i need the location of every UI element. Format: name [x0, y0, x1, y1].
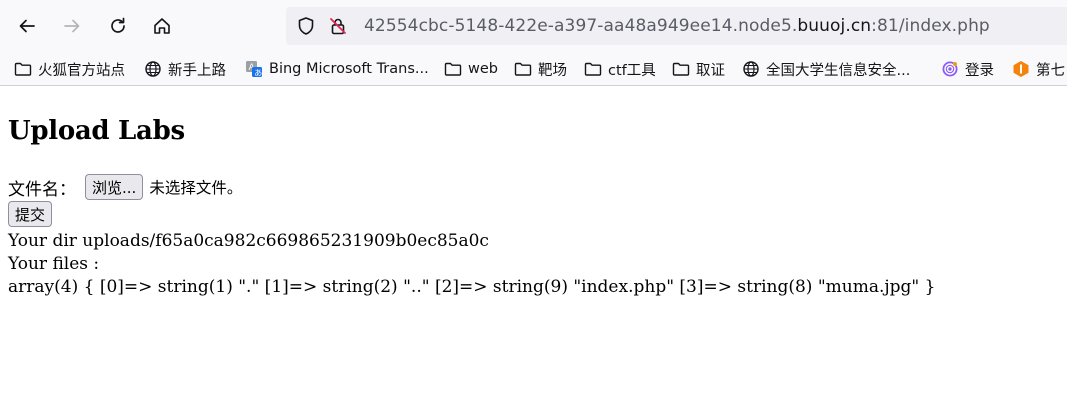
bookmark-bing-translator[interactable]: Aあ Bing Microsoft Trans... — [245, 57, 429, 81]
browse-button[interactable]: 浏览... — [85, 174, 144, 200]
bookmark-label: 登录 — [965, 62, 994, 79]
page-title: Upload Labs — [8, 116, 185, 146]
arrow-right-icon — [64, 19, 80, 33]
submit-button[interactable]: 提交 — [8, 201, 53, 227]
reload-button[interactable] — [102, 10, 134, 42]
forward-button[interactable] — [56, 10, 88, 42]
arrow-left-icon — [19, 19, 35, 33]
svg-text:あ: あ — [254, 69, 262, 78]
bookmark-national-security-contest[interactable]: 全国大学生信息安全... — [742, 57, 910, 81]
bookmark-label: ctf工具 — [608, 62, 656, 79]
home-icon — [154, 18, 170, 34]
bookmark-label: 火狐官方站点 — [38, 62, 125, 79]
bookmarks-bar: 火狐官方站点 新手上路 Aあ Bing Microsoft Trans... w… — [0, 52, 1067, 86]
bookmark-label: web — [468, 61, 498, 77]
url-host: buuoj.cn — [797, 16, 872, 36]
translate-icon: Aあ — [245, 60, 263, 78]
shield-icon[interactable] — [296, 16, 316, 36]
purple-spiral-icon — [941, 60, 959, 78]
url-prefix: 42554cbc-5148-422e-a397-aa48a949ee14.nod… — [364, 16, 798, 36]
upload-form: 文件名： 浏览... 未选择文件。 — [8, 173, 242, 201]
bookmark-seventh[interactable]: 第七 — [1012, 57, 1065, 81]
bookmark-label: 取证 — [696, 62, 725, 79]
home-button[interactable] — [146, 10, 178, 42]
bookmark-label: Bing Microsoft Trans... — [269, 61, 429, 77]
insecure-lock-icon[interactable] — [328, 16, 348, 36]
upload-dir-text: Your dir uploads/f65a0ca982c669865231909… — [8, 231, 489, 251]
bookmark-firefox-official[interactable]: 火狐官方站点 — [14, 57, 125, 81]
bookmark-getting-started[interactable]: 新手上路 — [144, 57, 226, 81]
globe-icon — [742, 60, 760, 78]
files-dump-text: array(4) { [0]=> string(1) "." [1]=> str… — [8, 277, 936, 297]
url-text[interactable]: 42554cbc-5148-422e-a397-aa48a949ee14.nod… — [364, 16, 990, 36]
bookmark-label: 靶场 — [538, 62, 567, 79]
globe-icon — [144, 60, 162, 78]
bookmark-label: 第七 — [1036, 62, 1065, 79]
file-label: 文件名： — [8, 179, 76, 200]
bookmark-folder-web[interactable]: web — [444, 57, 498, 81]
page-content: Upload Labs 文件名： 浏览... 未选择文件。 提交 Your di… — [0, 87, 1067, 417]
bookmark-folder-forensics[interactable]: 取证 — [672, 57, 725, 81]
bookmark-login[interactable]: 登录 — [941, 57, 994, 81]
bookmark-folder-range[interactable]: 靶场 — [514, 57, 567, 81]
folder-icon — [14, 60, 32, 78]
folder-icon — [514, 60, 532, 78]
back-button[interactable] — [11, 10, 43, 42]
folder-icon — [584, 60, 602, 78]
folder-icon — [444, 60, 462, 78]
bookmark-label: 全国大学生信息安全... — [766, 62, 911, 79]
bookmark-label: 新手上路 — [168, 62, 226, 79]
browser-toolbar: 42554cbc-5148-422e-a397-aa48a949ee14.nod… — [0, 0, 1067, 52]
folder-icon — [672, 60, 690, 78]
files-label: Your files : — [8, 254, 100, 274]
address-bar[interactable]: 42554cbc-5148-422e-a397-aa48a949ee14.nod… — [286, 7, 1067, 45]
url-suffix: :81/index.php — [871, 16, 990, 36]
reload-icon — [111, 17, 125, 33]
bookmark-folder-ctf-tools[interactable]: ctf工具 — [584, 57, 656, 81]
orange-logo-icon — [1012, 60, 1030, 78]
no-file-selected-text: 未选择文件。 — [149, 179, 243, 197]
